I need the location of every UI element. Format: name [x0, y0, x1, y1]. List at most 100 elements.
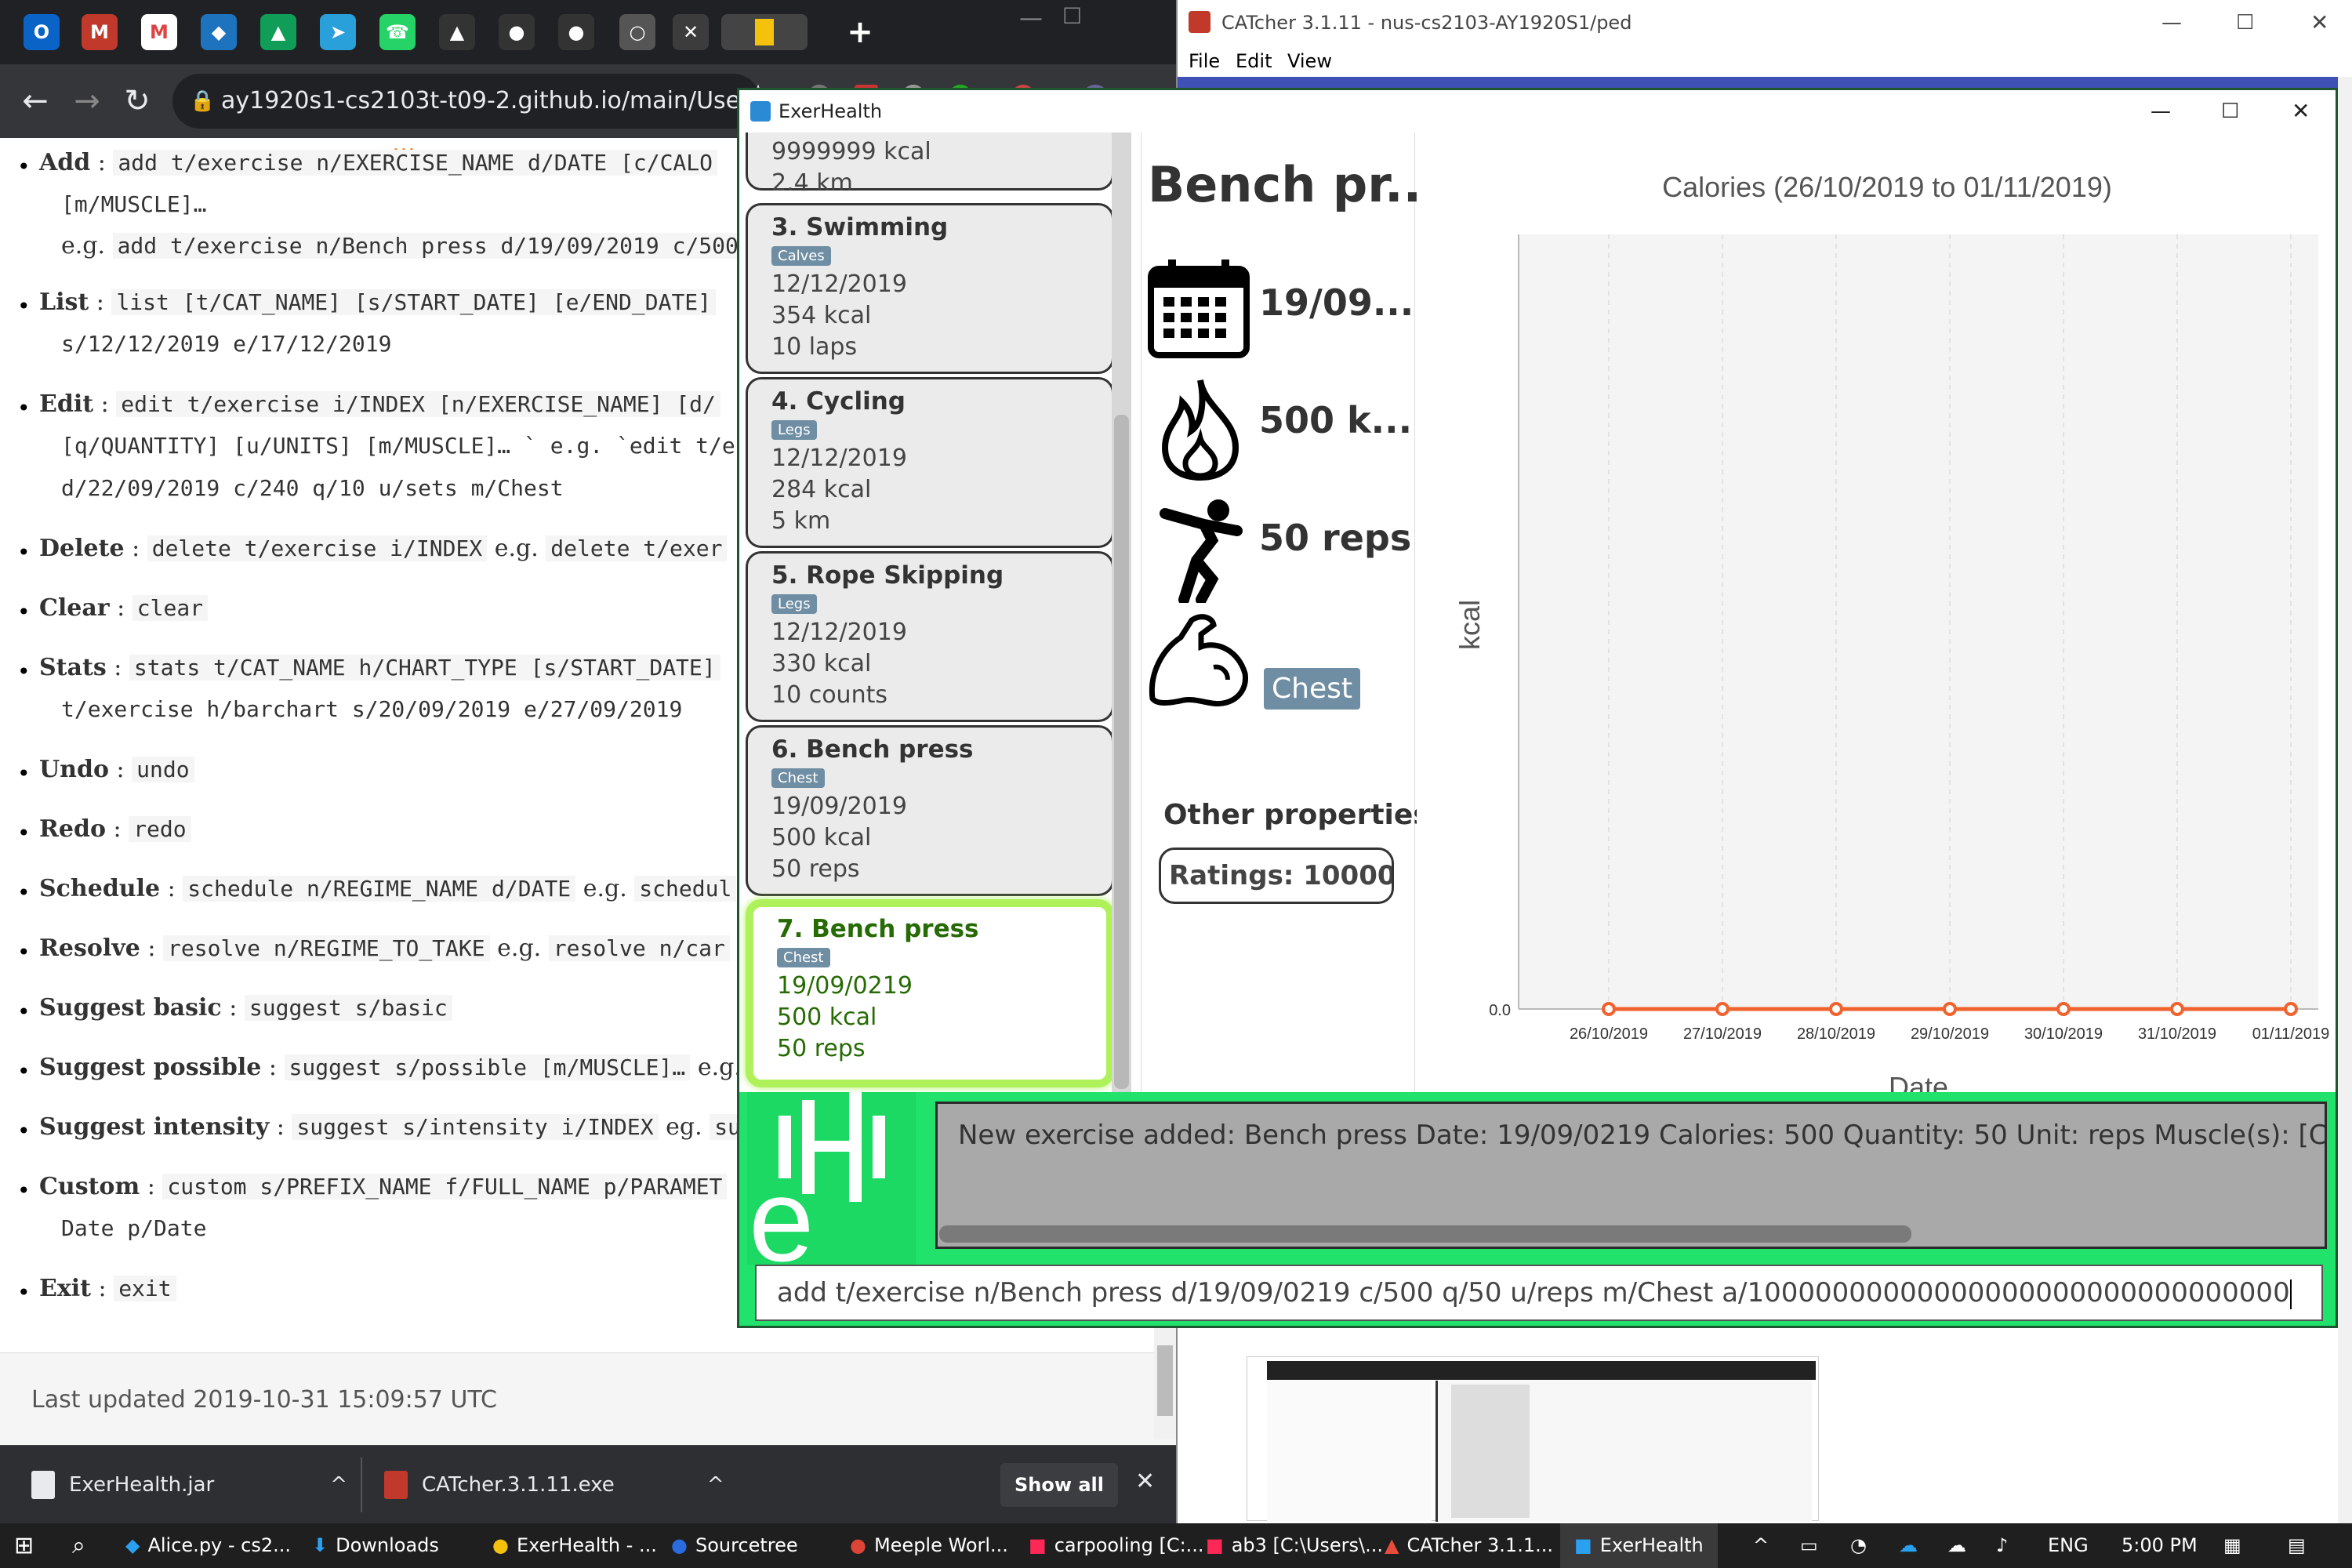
- download-item-catcher[interactable]: CATcher.3.1.11.exe ^: [384, 1454, 724, 1516]
- taskbar-sourcetree[interactable]: ● Sourcetree: [671, 1523, 798, 1568]
- data-point[interactable]: [1602, 1002, 1616, 1016]
- url-text: ay1920s1-cs2103t-t09-2.github.io/main/Us…: [221, 87, 760, 114]
- list-scrollbar-thumb[interactable]: [1114, 415, 1129, 1089]
- card-calories: 9999999 kcal: [771, 138, 931, 165]
- new-tab-button[interactable]: +: [842, 14, 878, 50]
- card-date: 12/12/2019: [771, 270, 907, 298]
- reload-icon[interactable]: ↻: [118, 82, 157, 121]
- exercise-card[interactable]: 5. Rope Skipping Legs 12/12/2019 330 kca…: [746, 551, 1114, 722]
- command-add: Add : add t/exercise n/EXERCISE_NAME d/D…: [39, 149, 718, 176]
- close-icon[interactable]: ✕: [2292, 90, 2310, 132]
- card-quantity: 10 counts: [771, 681, 887, 709]
- keyboard-icon[interactable]: ▦: [2223, 1523, 2241, 1568]
- language-indicator[interactable]: ENG: [2048, 1523, 2089, 1568]
- exercise-card-selected[interactable]: 7. Bench press Chest 19/09/0219 500 kcal…: [746, 899, 1114, 1087]
- forward-icon[interactable]: →: [67, 82, 107, 121]
- menu-view[interactable]: View: [1287, 45, 1332, 77]
- catcher-scrollbar[interactable]: [2338, 77, 2352, 1523]
- command-stats-cont: t/exercise h/barchart s/20/09/2019 e/27/…: [61, 696, 683, 722]
- exercise-card[interactable]: 6. Bench press Chest 19/09/2019 500 kcal…: [746, 725, 1114, 896]
- onedrive-icon[interactable]: ☁: [1899, 1523, 1918, 1568]
- wifi-icon[interactable]: ◔: [1850, 1523, 1867, 1568]
- tab-close-icon[interactable]: ✕: [673, 14, 709, 50]
- maximize-icon[interactable]: ☐: [2221, 90, 2239, 132]
- notification-icon[interactable]: ▤: [2288, 1523, 2306, 1568]
- clock[interactable]: 5:00 PM: [2122, 1523, 2198, 1568]
- catcher-icon: ▲: [1385, 1534, 1399, 1556]
- other-properties-label: Other properties:: [1163, 799, 1442, 831]
- dropbox-tab-icon[interactable]: ◆: [201, 14, 237, 50]
- drive-tab-icon[interactable]: ▲: [260, 14, 296, 50]
- catcher-file-icon: [384, 1471, 408, 1499]
- taskbar-label: Meeple Worl...: [873, 1534, 1008, 1556]
- result-scrollbar-thumb[interactable]: [939, 1225, 1911, 1243]
- loading-tab-icon[interactable]: ○: [619, 14, 655, 50]
- close-downloads-icon[interactable]: ✕: [1135, 1468, 1155, 1495]
- data-point[interactable]: [1715, 1002, 1730, 1016]
- volume-icon[interactable]: ♪: [1996, 1523, 2008, 1568]
- windows-start-icon[interactable]: ⊞: [14, 1523, 34, 1568]
- taskbar-chrome-exerhealth[interactable]: ● ExerHealth - ...: [492, 1523, 657, 1568]
- command-list-cont: s/12/12/2019 e/17/12/2019: [61, 331, 392, 357]
- telegram-tab-icon[interactable]: ➤: [320, 14, 356, 50]
- data-point[interactable]: [2056, 1002, 2071, 1016]
- taskbar-intellij-carpooling[interactable]: ■ carpooling [C:...: [1029, 1523, 1204, 1568]
- minimize-icon[interactable]: —: [2161, 0, 2182, 45]
- address-bar[interactable]: 🔒 ay1920s1-cs2103t-t09-2.github.io/main/…: [172, 74, 760, 129]
- menu-edit[interactable]: Edit: [1236, 45, 1272, 77]
- card-title: 3. Swimming: [771, 213, 949, 241]
- bullet-icon: •: [17, 1178, 31, 1203]
- outlook-tab-icon[interactable]: O: [24, 14, 60, 50]
- chrome-icon: ●: [492, 1534, 509, 1556]
- data-point[interactable]: [2284, 1002, 2298, 1016]
- gmail-tab-icon[interactable]: M: [141, 14, 177, 50]
- github-tab-icon[interactable]: ●: [499, 14, 535, 50]
- list-scrollbar[interactable]: [1112, 132, 1131, 1092]
- exercise-card[interactable]: 3. Swimming Calves 12/12/2019 354 kcal 1…: [746, 203, 1114, 374]
- whatsapp-tab-icon[interactable]: ☎: [379, 14, 416, 50]
- command-input[interactable]: add t/exercise n/Bench press d/19/09/021…: [755, 1265, 2323, 1321]
- show-all-button[interactable]: Show all: [1000, 1463, 1118, 1507]
- exercise-card[interactable]: 4. Cycling Legs 12/12/2019 284 kcal 5 km: [746, 377, 1114, 548]
- taskbar-intellij-ab3[interactable]: ■ ab3 [C:\Users\...: [1206, 1523, 1383, 1568]
- taskbar-label: ExerHealth: [1599, 1534, 1704, 1556]
- taskbar-exerhealth[interactable]: ■ ExerHealth: [1560, 1523, 1718, 1568]
- menu-file[interactable]: File: [1189, 45, 1220, 77]
- data-point[interactable]: [2170, 1002, 2184, 1016]
- taskbar-chrome-meeple[interactable]: ● Meeple Worl...: [850, 1523, 1008, 1568]
- x-tick-label: 28/10/2019: [1797, 1025, 1875, 1043]
- maximize-icon[interactable]: ☐: [2236, 0, 2254, 45]
- bullet-icon: •: [17, 1279, 31, 1305]
- back-icon[interactable]: ←: [16, 82, 55, 121]
- download-item-exerhealth[interactable]: ExerHealth.jar ^: [31, 1454, 347, 1516]
- chevron-up-icon[interactable]: ^: [1753, 1523, 1769, 1568]
- active-tab[interactable]: [721, 14, 808, 50]
- shield-tab-icon[interactable]: M: [82, 14, 118, 50]
- github-tab-icon-2[interactable]: ●: [558, 14, 594, 50]
- chevron-up-icon[interactable]: ^: [330, 1454, 347, 1516]
- maximize-icon[interactable]: ☐: [1062, 3, 1082, 29]
- chevron-up-icon[interactable]: ^: [707, 1454, 724, 1516]
- command-delete: Delete : delete t/exercise i/INDEX e.g. …: [39, 535, 728, 562]
- battery-icon[interactable]: ▭: [1800, 1523, 1818, 1568]
- graduation-tab-icon[interactable]: ▲: [439, 14, 475, 50]
- exercise-card[interactable]: 9999999 kcal 2.4 km: [746, 132, 1114, 197]
- page-scrollbar-thumb[interactable]: [1157, 1345, 1173, 1416]
- detail-muscle-tag: Chest: [1264, 668, 1360, 710]
- taskbar-vscode[interactable]: ◆ Alice.py - cs2...: [125, 1523, 291, 1568]
- taskbar-downloads[interactable]: ⬇ Downloads: [312, 1523, 439, 1568]
- data-point[interactable]: [1943, 1002, 1957, 1016]
- screenshot-thumbnail[interactable]: [1247, 1356, 1819, 1522]
- cloud-icon[interactable]: ☁: [1947, 1523, 1966, 1568]
- taskbar-catcher[interactable]: ▲ CATcher 3.1.1...: [1385, 1523, 1553, 1568]
- minimize-icon[interactable]: —: [1019, 5, 1043, 32]
- chart-x-ticks: 26/10/2019 27/10/2019 28/10/2019 29/10/2019…: [1570, 1025, 2329, 1043]
- bullet-icon: •: [17, 599, 31, 625]
- last-updated-footer: Last updated 2019-10-31 15:09:57 UTC: [0, 1352, 1176, 1446]
- data-point[interactable]: [1829, 1002, 1843, 1016]
- download-item-label: CATcher.3.1.11.exe: [422, 1473, 615, 1497]
- minimize-icon[interactable]: —: [2151, 90, 2171, 132]
- close-icon[interactable]: ✕: [2310, 0, 2328, 45]
- exercise-detail-panel: Bench pr... 19/09... 500 k... 50 reps Ch…: [1141, 132, 1441, 1092]
- search-icon[interactable]: ⌕: [72, 1523, 85, 1568]
